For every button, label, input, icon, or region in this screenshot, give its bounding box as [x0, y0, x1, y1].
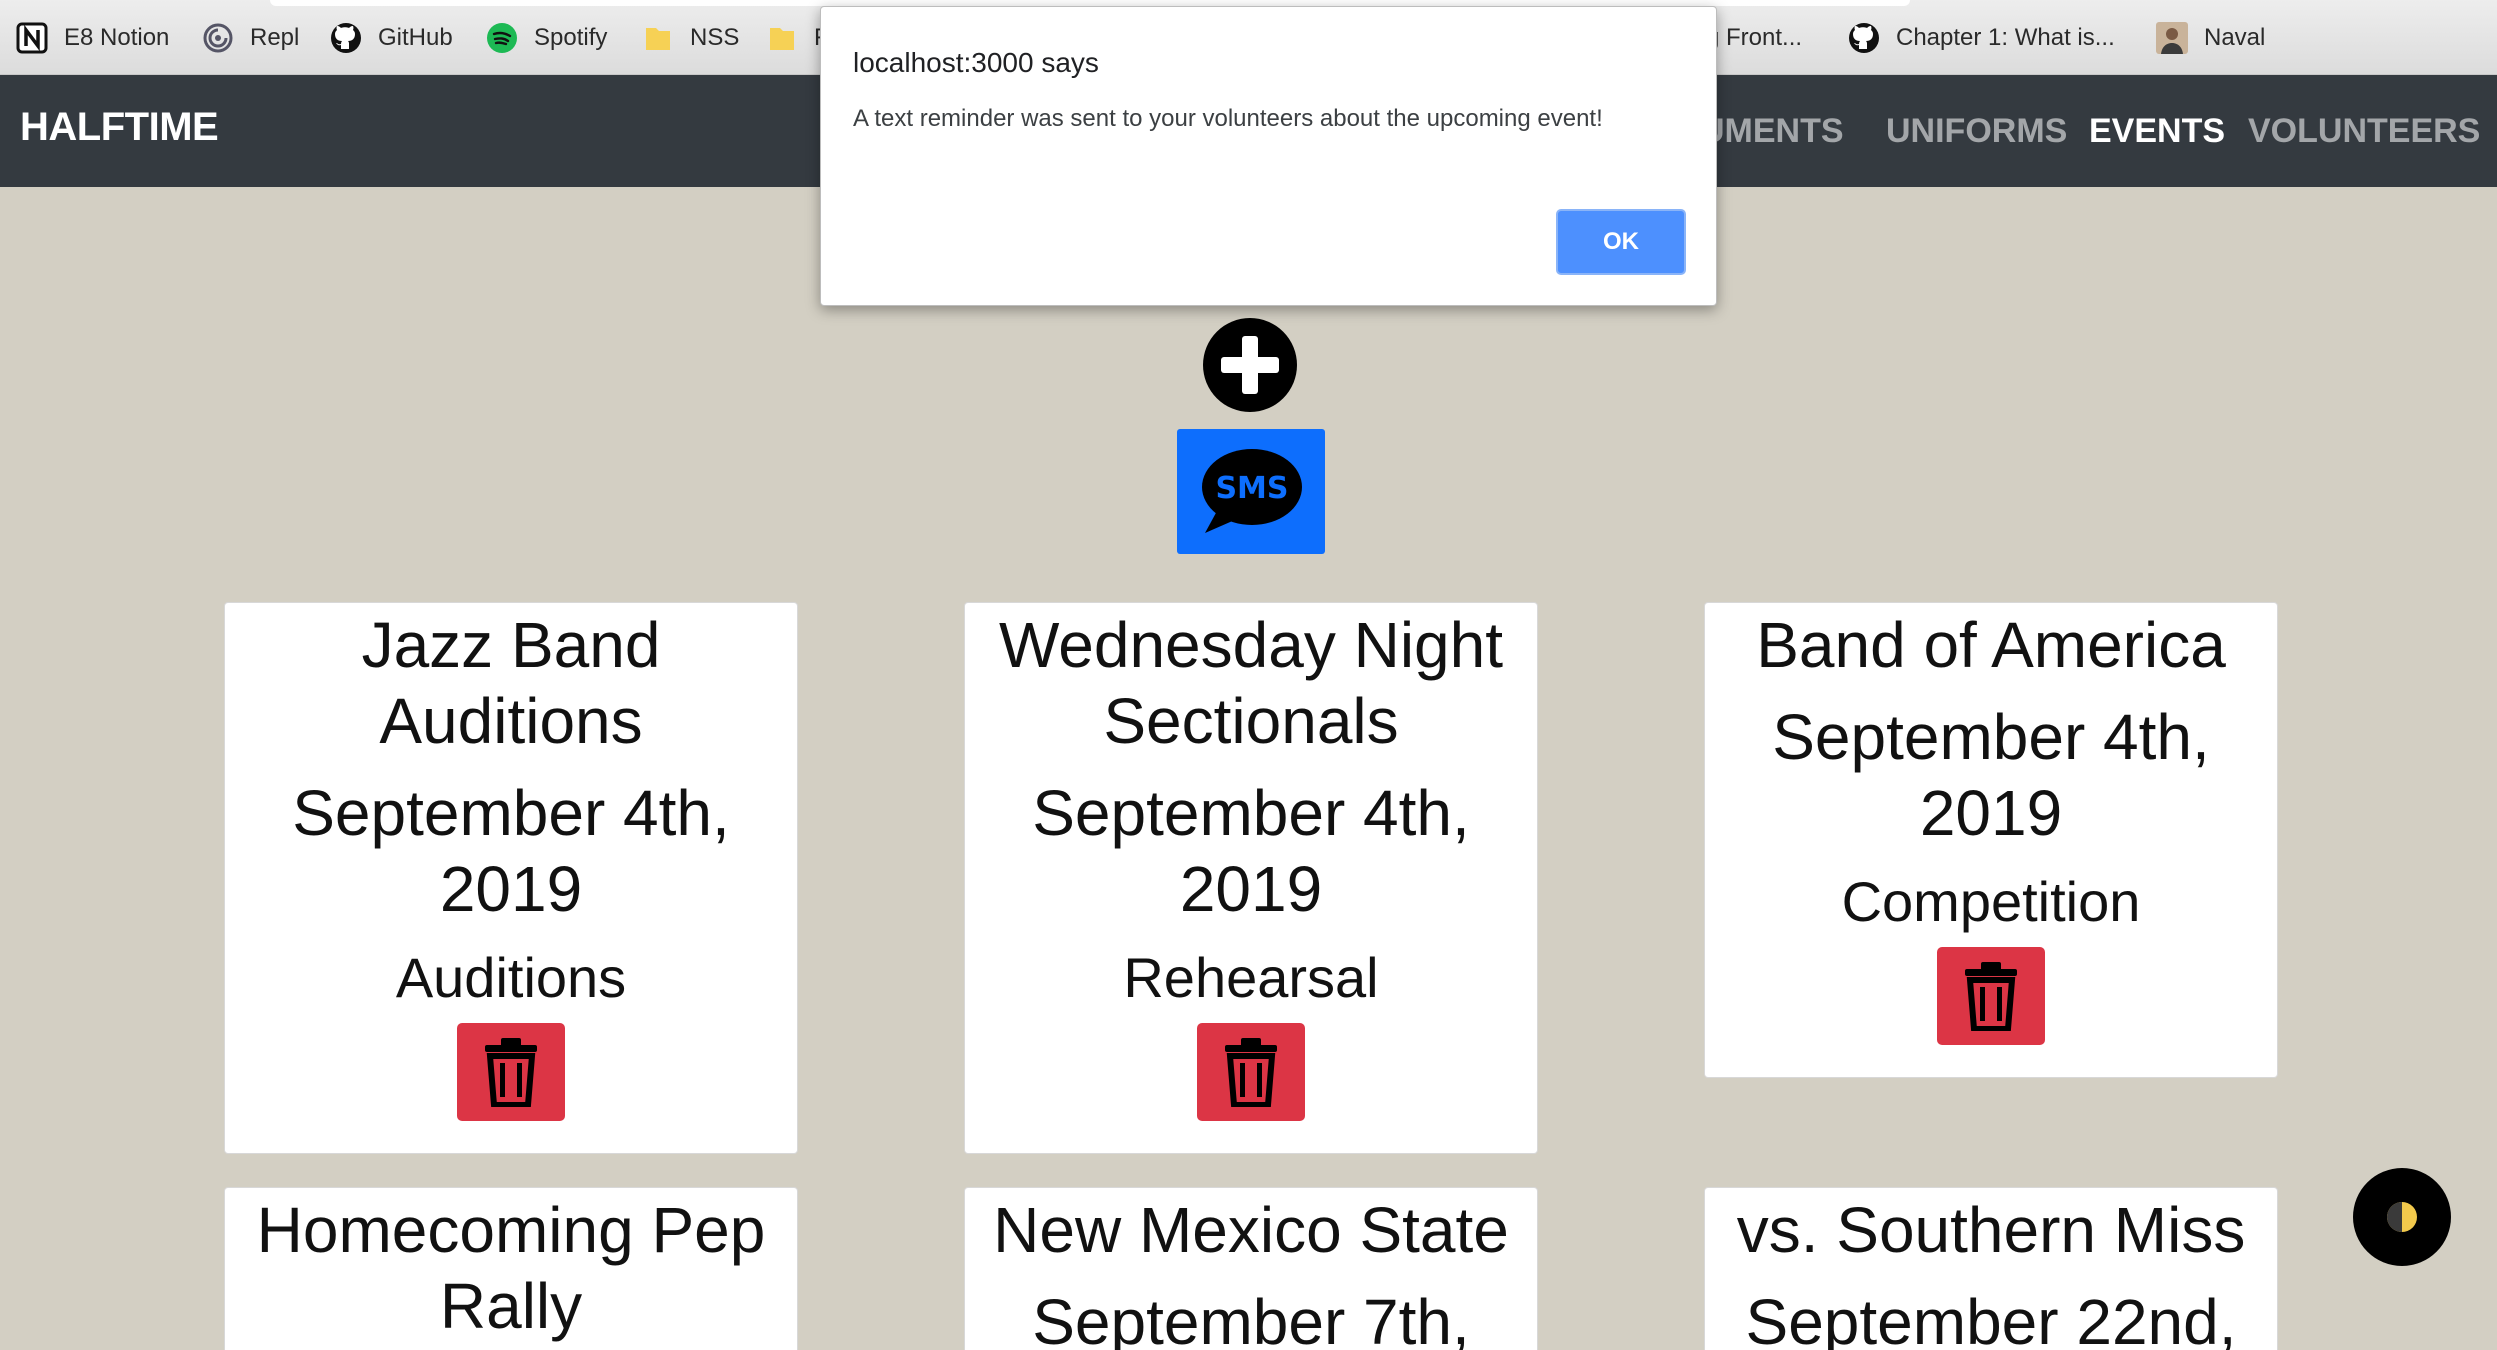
bookmark-label: Spotify — [534, 24, 608, 51]
bookmark-github[interactable]: GitHub — [330, 18, 453, 58]
bookmark-front[interactable]: g Front... — [1706, 18, 1802, 58]
half-moon-icon — [2387, 1202, 2417, 1232]
delete-event-button[interactable] — [457, 1023, 565, 1121]
event-date: September 7th, — [965, 1284, 1537, 1350]
bookmark-label: Naval — [2204, 24, 2266, 51]
trash-icon — [1965, 962, 2017, 1031]
bookmark-label: NSS — [690, 24, 740, 51]
github-icon — [330, 22, 362, 54]
dialog-message: A text reminder was sent to your volunte… — [853, 105, 1603, 132]
event-type: Auditions — [395, 946, 627, 1009]
github-icon — [1848, 22, 1880, 54]
event-date: September 4th, 2019 — [1705, 699, 2277, 851]
folder-icon — [766, 22, 798, 54]
bookmark-label: Chapter 1: What is... — [1896, 24, 2115, 51]
event-card: Wednesday Night Sectionals September 4th… — [964, 602, 1538, 1154]
bookmark-chapter-1[interactable]: Chapter 1: What is... — [1848, 18, 2115, 58]
add-event-button[interactable] — [1203, 318, 1297, 412]
event-title: Wednesday Night Sectionals — [965, 607, 1537, 759]
event-title-line: New Mexico State — [993, 1194, 1509, 1266]
event-title-line: Jazz Band — [361, 609, 661, 681]
bookmark-naval[interactable]: Naval — [2156, 18, 2265, 58]
event-type: Competition — [1841, 870, 2141, 933]
event-date-line: 2019 — [439, 853, 583, 925]
event-title-line: Wednesday Night — [999, 609, 1503, 681]
app-root: E8 Notion Repl GitHub Spotify NSS g Fron… — [0, 0, 2497, 1350]
event-card: vs. Southern Miss September 22nd, — [1704, 1187, 2278, 1350]
avatar-icon — [2156, 22, 2188, 54]
dialog-ok-button[interactable]: OK — [1556, 209, 1686, 275]
event-type: Rehearsal — [1123, 946, 1379, 1009]
event-card: Band of America September 4th, 2019 Comp… — [1704, 602, 2278, 1078]
bookmark-label: g Front... — [1706, 24, 1803, 51]
nav-link-volunteers[interactable]: VOLUNTEERS — [2248, 112, 2480, 151]
nav-link-uniforms[interactable]: UNIFORMS — [1886, 112, 2067, 151]
bookmark-notion[interactable]: E8 Notion — [16, 18, 169, 58]
event-date-line: September 4th, — [1032, 777, 1470, 849]
bookmark-label: GitHub — [378, 24, 453, 51]
repl-icon — [202, 22, 234, 54]
folder-icon — [642, 22, 674, 54]
event-date: September 4th, 2019 — [965, 775, 1537, 927]
event-card: New Mexico State September 7th, — [964, 1187, 1538, 1350]
event-date-line: September 4th, — [292, 777, 730, 849]
event-date-line: 2019 — [1919, 777, 2063, 849]
event-card: Homecoming Pep Rally — [224, 1187, 798, 1350]
event-title-line: Sectionals — [1103, 685, 1399, 757]
event-title: Homecoming Pep Rally — [225, 1192, 797, 1344]
brand-logo[interactable]: HALFTIME — [20, 105, 219, 150]
notion-icon — [16, 22, 48, 54]
event-date-line: September 4th, — [1772, 701, 2210, 773]
event-date: September 4th, 2019 — [225, 775, 797, 927]
spotify-icon — [486, 22, 518, 54]
event-title-line: Band of America — [1756, 609, 2226, 681]
event-date: September 22nd, — [1705, 1284, 2277, 1350]
event-title: Jazz Band Auditions — [225, 607, 797, 759]
event-date-line: September 7th, — [1032, 1286, 1470, 1350]
alert-dialog: localhost:3000 says A text reminder was … — [820, 6, 1717, 306]
trash-icon — [1225, 1038, 1277, 1107]
event-title: Band of America — [1705, 607, 2277, 683]
delete-event-button[interactable] — [1937, 947, 2045, 1045]
delete-event-button[interactable] — [1197, 1023, 1305, 1121]
bookmark-label: E8 Notion — [64, 24, 170, 51]
bookmark-label: Repl — [250, 24, 300, 51]
plus-circle-icon — [1203, 318, 1297, 412]
nav-link-instruments[interactable]: UMENTS — [1700, 112, 1844, 151]
dialog-title: localhost:3000 says — [853, 47, 1099, 78]
sms-reminder-button[interactable]: SMS — [1177, 429, 1325, 554]
trash-icon — [485, 1038, 537, 1107]
event-title: vs. Southern Miss — [1705, 1192, 2277, 1268]
event-title-line: vs. Southern Miss — [1736, 1194, 2246, 1266]
event-title-line: Auditions — [379, 685, 643, 757]
bookmark-spotify[interactable]: Spotify — [486, 18, 607, 58]
bookmark-nss[interactable]: NSS — [642, 18, 739, 58]
sms-bubble-icon: SMS — [1202, 449, 1302, 533]
nav-link-events[interactable]: EVENTS — [2089, 112, 2225, 151]
event-title-line: Homecoming Pep — [256, 1194, 766, 1266]
sms-label: SMS — [1215, 471, 1288, 506]
event-card: Jazz Band Auditions September 4th, 2019 … — [224, 602, 798, 1154]
event-title-line: Rally — [439, 1270, 583, 1342]
event-date-line: 2019 — [1179, 853, 1323, 925]
event-date-line: September 22nd, — [1745, 1286, 2237, 1350]
theme-toggle-button[interactable] — [2353, 1168, 2451, 1266]
bookmark-repl[interactable]: Repl — [202, 18, 299, 58]
event-title: New Mexico State — [965, 1192, 1537, 1268]
